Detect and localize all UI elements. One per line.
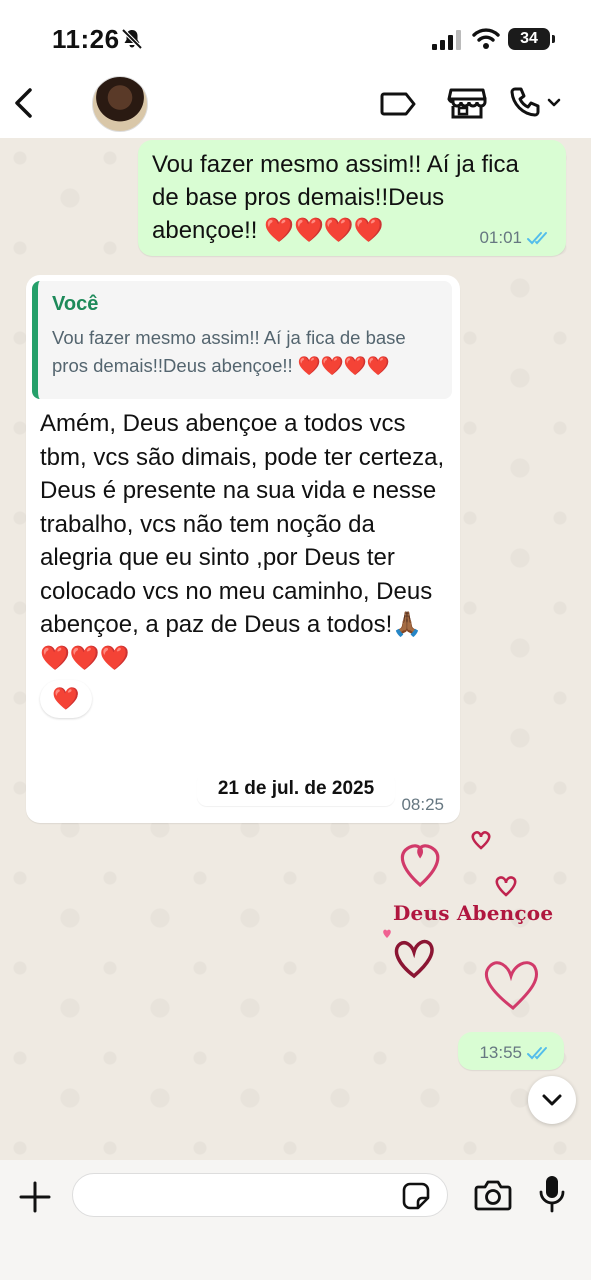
scroll-to-bottom-button[interactable] [528,1076,576,1124]
chat-area[interactable]: Vou fazer mesmo assim!! Aí ja fica de ba… [0,138,591,1160]
microphone-icon[interactable] [538,1174,566,1214]
read-ticks-icon [527,232,547,245]
message-time: 08:25 [401,795,444,814]
outgoing-message[interactable]: Vou fazer mesmo assim!! Aí ja fica de ba… [138,140,566,256]
sticker-icon[interactable] [402,1182,430,1210]
camera-icon[interactable] [474,1178,512,1212]
message-meta: 13:55 [479,1043,552,1063]
plus-icon[interactable] [18,1180,52,1214]
hearts-sticker-image [383,831,538,1010]
sticker-message[interactable]: Deus Abençoe [378,828,578,1024]
message-time: 13:55 [479,1043,522,1062]
message-meta: 08:25 [401,795,444,815]
incoming-message[interactable]: Você Vou fazer mesmo assim!! Aí ja fica … [26,275,460,823]
message-input[interactable] [72,1173,448,1217]
chevron-down-icon [542,1094,562,1106]
chat-header [0,76,591,138]
contact-avatar[interactable] [92,76,148,132]
sticker-timestamp: 13:55 [458,1032,564,1070]
status-time: 11:26 [52,24,120,54]
quoted-message[interactable]: Você Vou fazer mesmo assim!! Aí ja fica … [32,281,452,399]
cellular-signal-icon [432,30,461,50]
chevron-left-icon[interactable] [10,86,38,120]
wifi-icon [472,28,500,49]
message-time: 01:01 [479,228,522,247]
message-text: Amém, Deus abençoe a todos vcs tbm, vcs … [40,410,445,672]
message-meta: 01:01 [479,228,552,248]
date-separator: 21 de jul. de 2025 [197,772,395,806]
heart-reaction[interactable]: ❤️ [40,680,92,718]
message-composer [0,1160,591,1280]
status-bar: 11:26 34 [0,0,591,76]
phone-call-icon[interactable] [508,86,564,120]
video-call-icon[interactable] [380,88,420,120]
read-ticks-icon [527,1047,547,1060]
bell-muted-icon [121,28,143,50]
quote-text: Vou fazer mesmo assim!! Aí ja fica de ba… [52,327,406,376]
storefront-icon[interactable] [447,86,487,120]
sticker-text: Deus Abençoe [393,901,554,925]
battery-indicator: 34 [508,28,555,50]
quote-author: Você [52,293,99,315]
